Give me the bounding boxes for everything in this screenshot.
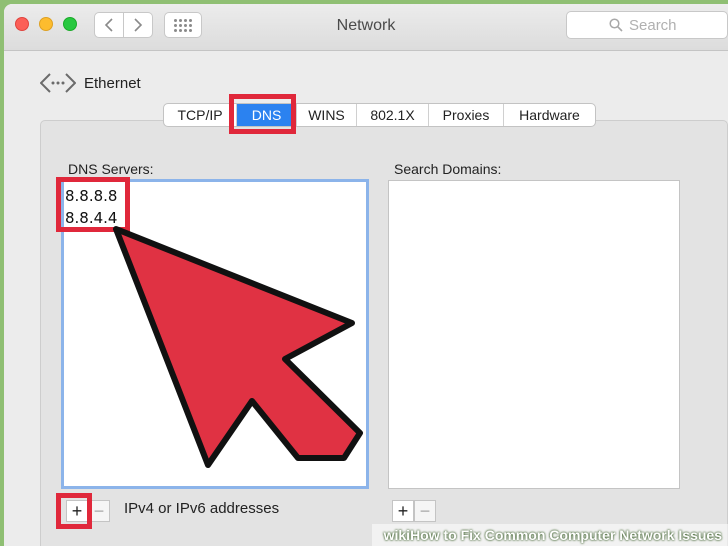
watermark-text: wikiHow to Fix Common Computer Network I…: [383, 527, 722, 543]
pointer-arrow-icon: [113, 226, 363, 468]
remove-domain-button[interactable]: −: [414, 500, 436, 522]
domains-add-remove: + −: [392, 500, 436, 522]
add-button-highlight: [56, 493, 92, 529]
dns-hint: IPv4 or IPv6 addresses: [124, 500, 280, 517]
wikihow-watermark: wikiHow to Fix Common Computer Network I…: [372, 524, 728, 546]
add-domain-button[interactable]: +: [392, 500, 414, 522]
